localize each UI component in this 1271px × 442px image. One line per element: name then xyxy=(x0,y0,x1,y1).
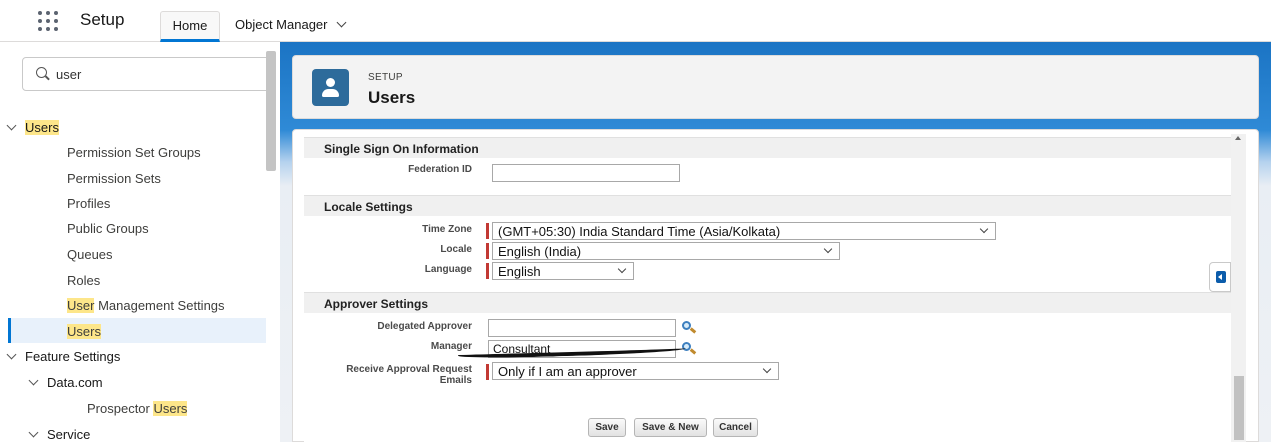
federation-id-label: Federation ID xyxy=(408,164,472,175)
sidebar-item-label: Management Settings xyxy=(94,298,225,313)
locale-select[interactable]: English (India) xyxy=(492,242,840,260)
sidebar-group-users[interactable]: Users xyxy=(6,120,59,135)
sidebar-subgroup-service[interactable]: Service xyxy=(28,427,91,442)
page-eyebrow: SETUP xyxy=(368,72,403,83)
sidebar-item-permission-set-groups[interactable]: Permission Set Groups xyxy=(67,145,201,160)
receive-emails-label-line2: Emails xyxy=(439,375,472,386)
required-marker xyxy=(486,263,489,279)
chevron-left-icon xyxy=(1216,271,1226,283)
quick-find-search[interactable]: user xyxy=(22,57,271,91)
sidebar-group-label: Users xyxy=(25,120,59,135)
side-panel-toggle[interactable] xyxy=(1209,262,1231,292)
time-zone-value: (GMT+05:30) India Standard Time (Asia/Ko… xyxy=(498,224,781,239)
sidebar-scrollbar[interactable] xyxy=(266,51,276,171)
save-and-new-button[interactable]: Save & New xyxy=(634,418,707,437)
chevron-down-icon[interactable] xyxy=(28,427,39,438)
sidebar-item-roles[interactable]: Roles xyxy=(67,273,100,288)
lookup-icon[interactable] xyxy=(681,320,697,334)
section-approver: Approver Settings xyxy=(304,292,1231,313)
locale-label: Locale xyxy=(440,244,472,255)
app-name: Setup xyxy=(80,10,125,29)
global-nav: Setup Home Object Manager xyxy=(0,0,1271,42)
language-label: Language xyxy=(424,264,472,275)
receive-emails-label-line1: Receive Approval Request xyxy=(346,364,472,375)
search-match: Users xyxy=(153,401,188,416)
chevron-down-icon[interactable] xyxy=(6,349,17,360)
search-match: User xyxy=(67,298,95,313)
app-launcher-icon[interactable] xyxy=(38,11,58,31)
sidebar-group-label: Data.com xyxy=(47,375,103,390)
time-zone-select[interactable]: (GMT+05:30) India Standard Time (Asia/Ko… xyxy=(492,222,996,240)
chevron-down-icon xyxy=(979,224,989,234)
chevron-down-icon[interactable] xyxy=(6,120,17,131)
receive-emails-label: Receive Approval Request Emails xyxy=(318,364,472,386)
sidebar-item-label: Prospector xyxy=(87,401,154,416)
time-zone-label: Time Zone xyxy=(422,224,472,235)
setup-app: Setup Home Object Manager user Users Per… xyxy=(0,0,1271,442)
sidebar-item-profiles[interactable]: Profiles xyxy=(67,196,110,211)
receive-emails-select[interactable]: Only if I am an approver xyxy=(492,362,779,380)
required-marker xyxy=(486,243,489,259)
manager-label: Manager xyxy=(430,341,472,352)
required-marker xyxy=(486,364,489,380)
sidebar-item-permission-sets[interactable]: Permission Sets xyxy=(67,171,161,186)
chevron-down-icon xyxy=(823,244,833,254)
chevron-down-icon xyxy=(762,364,772,374)
selected-item-highlight xyxy=(8,318,266,343)
scrollbar-thumb[interactable] xyxy=(1234,376,1244,440)
page-title: Users xyxy=(368,88,416,107)
tab-home[interactable]: Home xyxy=(160,11,220,42)
required-marker xyxy=(486,223,489,239)
setup-sidebar: user Users Permission Set Groups Permiss… xyxy=(0,43,280,442)
search-input[interactable]: user xyxy=(56,67,81,82)
section-locale: Locale Settings xyxy=(304,195,1231,216)
sidebar-item-label: Users xyxy=(67,324,101,339)
sidebar-subgroup-data-com[interactable]: Data.com xyxy=(28,375,103,390)
section-sso: Single Sign On Information xyxy=(304,137,1231,158)
sidebar-item-queues[interactable]: Queues xyxy=(67,247,113,262)
save-button[interactable]: Save xyxy=(588,418,626,437)
delegated-approver-label: Delegated Approver xyxy=(377,321,472,332)
sidebar-item-public-groups[interactable]: Public Groups xyxy=(67,221,149,236)
form-scrollbar[interactable] xyxy=(1231,134,1246,442)
tab-object-manager[interactable]: Object Manager xyxy=(235,17,346,32)
sidebar-group-feature-settings[interactable]: Feature Settings xyxy=(6,349,121,364)
sidebar-group-label: Feature Settings xyxy=(25,349,121,364)
chevron-down-icon[interactable] xyxy=(28,375,39,386)
delegated-approver-field[interactable] xyxy=(488,319,676,337)
federation-id-field[interactable] xyxy=(492,164,680,182)
receive-emails-value: Only if I am an approver xyxy=(498,364,637,379)
chevron-down-icon xyxy=(617,264,627,274)
sidebar-item-users[interactable]: Users xyxy=(67,324,101,339)
page-header: SETUP Users xyxy=(292,55,1259,119)
sidebar-item-prospector-users[interactable]: Prospector Users xyxy=(87,401,188,416)
user-icon xyxy=(312,69,349,106)
search-icon xyxy=(36,67,47,78)
sidebar-item-user-management-settings[interactable]: User Management Settings xyxy=(67,298,225,313)
chevron-down-icon[interactable] xyxy=(336,17,346,28)
locale-value: English (India) xyxy=(498,244,582,259)
user-edit-form xyxy=(304,134,1231,442)
sidebar-group-label: Service xyxy=(47,427,91,442)
tab-object-manager-label: Object Manager xyxy=(235,17,328,32)
cancel-button[interactable]: Cancel xyxy=(713,418,758,437)
scroll-up-icon[interactable] xyxy=(1235,136,1241,140)
language-select[interactable]: English xyxy=(492,262,634,280)
language-value: English xyxy=(498,264,541,279)
